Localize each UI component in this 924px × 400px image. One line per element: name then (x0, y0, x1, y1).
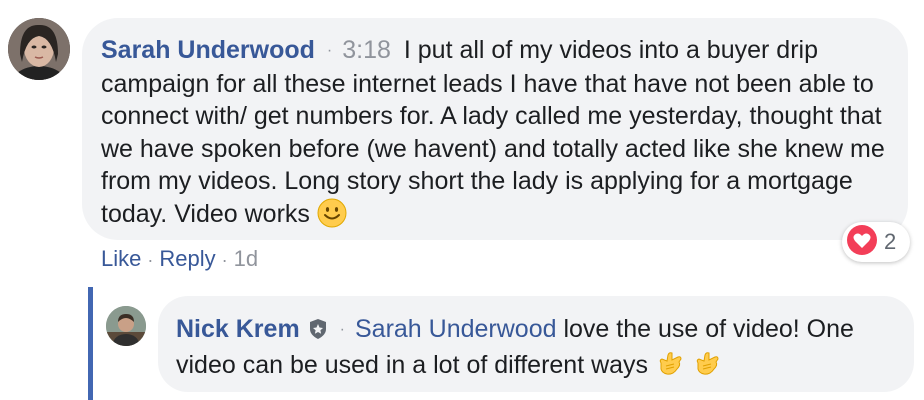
reply-thread-line (88, 287, 93, 400)
avatar-sarah-underwood[interactable] (8, 18, 70, 80)
call-me-hand-icon (692, 349, 722, 388)
smiley-emoji-icon (317, 198, 347, 237)
separator-dot: · (326, 42, 333, 59)
comment-actions: Like · Reply · 1d (101, 244, 258, 275)
reply-author[interactable]: Nick Krem (176, 315, 300, 343)
reaction-count: 2 (884, 229, 897, 254)
reply-bubble: Nick Krem · Sarah Underwood love the use … (158, 296, 914, 392)
comment-bubble: Sarah Underwood · 3:18 I put all of my vid… (82, 18, 908, 240)
avatar-nick-krem[interactable] (106, 306, 146, 346)
comment-text: I put all of my videos into a buyer drip… (101, 36, 885, 228)
reaction-summary[interactable]: 2 (842, 222, 910, 262)
comment-author[interactable]: Sarah Underwood (101, 36, 315, 64)
like-link[interactable]: Like (101, 246, 141, 271)
shield-badge-icon (308, 316, 328, 349)
call-me-hand-icon (655, 349, 685, 388)
reply-link[interactable]: Reply (159, 246, 215, 271)
action-separator: · (221, 250, 228, 270)
mention-link[interactable]: Sarah Underwood (355, 315, 557, 343)
separator-dot: · (339, 321, 345, 338)
action-separator: · (147, 250, 154, 270)
comment-age[interactable]: 1d (234, 246, 258, 271)
heart-icon (846, 224, 878, 261)
comment-time[interactable]: 3:18 (342, 36, 391, 64)
